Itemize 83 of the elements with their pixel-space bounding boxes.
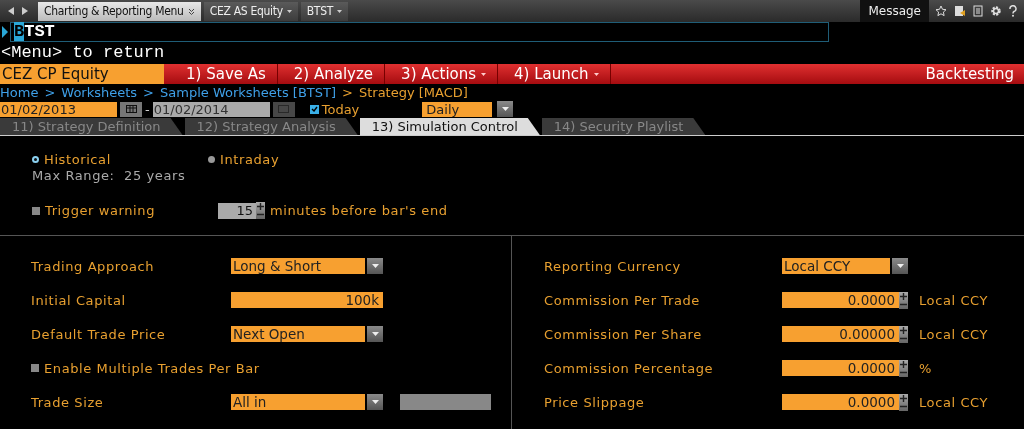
message-button[interactable]: Message (860, 0, 929, 22)
menu-button[interactable]: 4) Launch (498, 64, 611, 84)
menu-button[interactable]: 1) Save As (170, 64, 278, 84)
unit-label: % (919, 360, 932, 376)
input-field[interactable] (400, 394, 491, 410)
security-tab[interactable]: BTST (300, 1, 348, 21)
return-hint: <Menu> to return (0, 43, 165, 63)
dropdown-button[interactable] (497, 101, 514, 117)
setting-label: Commission Percentage (544, 360, 715, 376)
setting-label: Commission Per Trade (544, 292, 701, 308)
setting-label: Trade Size (31, 394, 105, 410)
dropdown-field[interactable]: Next Open (231, 326, 365, 342)
caret-icon (371, 400, 379, 404)
screen-title: Backtesting (925, 64, 1015, 84)
settings-icon[interactable] (990, 5, 1002, 17)
number-field[interactable]: 0.0000 (782, 292, 899, 308)
number-field[interactable]: 0.00000 (782, 326, 899, 342)
dropdown-field[interactable]: Local CCY (782, 258, 890, 274)
breadcrumb-link[interactable]: Home (0, 85, 39, 101)
breadcrumb-current: Strategy [MACD] (358, 85, 468, 101)
document-icon[interactable] (954, 5, 966, 17)
max-range-text: Max Range: 25 years (32, 168, 187, 183)
setting-label: Enable Multiple Trades Per Bar (44, 360, 260, 376)
minutes-suffix: minutes before bar's end (270, 203, 448, 218)
notes-icon[interactable] (973, 5, 983, 17)
unit-label: Local CCY (919, 292, 989, 308)
caret-icon (371, 332, 379, 336)
number-field[interactable]: 0.0000 (782, 394, 899, 410)
caret-icon (337, 9, 342, 13)
setting-label: Trading Approach (31, 258, 156, 274)
menu-button[interactable]: 3) Actions (385, 64, 499, 84)
stepper-button[interactable] (899, 393, 908, 411)
help-icon[interactable] (1009, 5, 1017, 17)
date-separator: - (145, 101, 150, 117)
stepper-button[interactable] (899, 359, 908, 377)
caret-icon (371, 264, 379, 268)
number-field[interactable]: 0.0000 (782, 360, 899, 376)
setting-label: Commission Per Share (544, 326, 703, 342)
setting-label: Initial Capital (31, 292, 127, 308)
security-field[interactable]: CEZ CP Equity (0, 64, 164, 84)
caret-icon (286, 9, 292, 13)
breadcrumb-current: > (342, 85, 353, 101)
dropdown-field[interactable]: Long & Short (231, 258, 365, 274)
caret-icon (896, 264, 904, 268)
caret-icon (593, 72, 599, 76)
dropdown-button[interactable] (367, 258, 383, 274)
caret-icon (481, 72, 487, 76)
breadcrumb-link[interactable]: Worksheets (61, 85, 138, 101)
breadcrumb-separator: > (143, 85, 154, 101)
unit-label: Local CCY (919, 326, 989, 342)
stepper-button[interactable] (899, 325, 908, 343)
period-dropdown[interactable]: Daily (422, 101, 493, 117)
double-chevron-icon (187, 7, 195, 15)
setting-label: Reporting Currency (544, 258, 682, 274)
security-tab[interactable]: CEZ AS Equity (203, 1, 298, 21)
checkbox[interactable] (32, 206, 40, 215)
setting-label: Price Slippage (544, 394, 646, 410)
dropdown-field[interactable]: All in (231, 394, 365, 410)
today-label: Today (321, 101, 360, 117)
menu-tab[interactable]: Charting & Reporting Menu (38, 1, 201, 21)
menu-button[interactable]: 2) Analyze (277, 64, 386, 84)
breadcrumb-separator: > (44, 85, 56, 101)
dropdown-button[interactable] (892, 258, 908, 274)
star-icon[interactable] (935, 5, 947, 17)
stepper-button[interactable] (256, 202, 265, 219)
unit-label: Local CCY (919, 394, 989, 410)
number-field[interactable]: 100k (231, 292, 383, 308)
calendar-icon[interactable] (120, 101, 142, 117)
dropdown-button[interactable] (367, 326, 383, 342)
radio-option[interactable]: Intraday (208, 152, 384, 167)
stepper-button[interactable] (899, 291, 908, 309)
tab[interactable]: 13) Simulation Control (359, 118, 540, 135)
caret-icon (501, 107, 509, 111)
minutes-field[interactable]: 15 (218, 202, 256, 219)
radio-option[interactable]: Historical (32, 152, 208, 167)
start-date-field[interactable]: 01/02/2013 (0, 101, 117, 117)
breadcrumb-link[interactable]: Sample Worksheets [BTST] (160, 85, 337, 101)
today-checkbox[interactable] (309, 104, 319, 114)
prompt-icon (2, 26, 8, 38)
trigger-label: Trigger warning (45, 203, 157, 218)
checkbox[interactable] (31, 364, 39, 372)
dropdown-button[interactable] (367, 394, 383, 410)
setting-label: Default Trade Price (31, 326, 167, 342)
